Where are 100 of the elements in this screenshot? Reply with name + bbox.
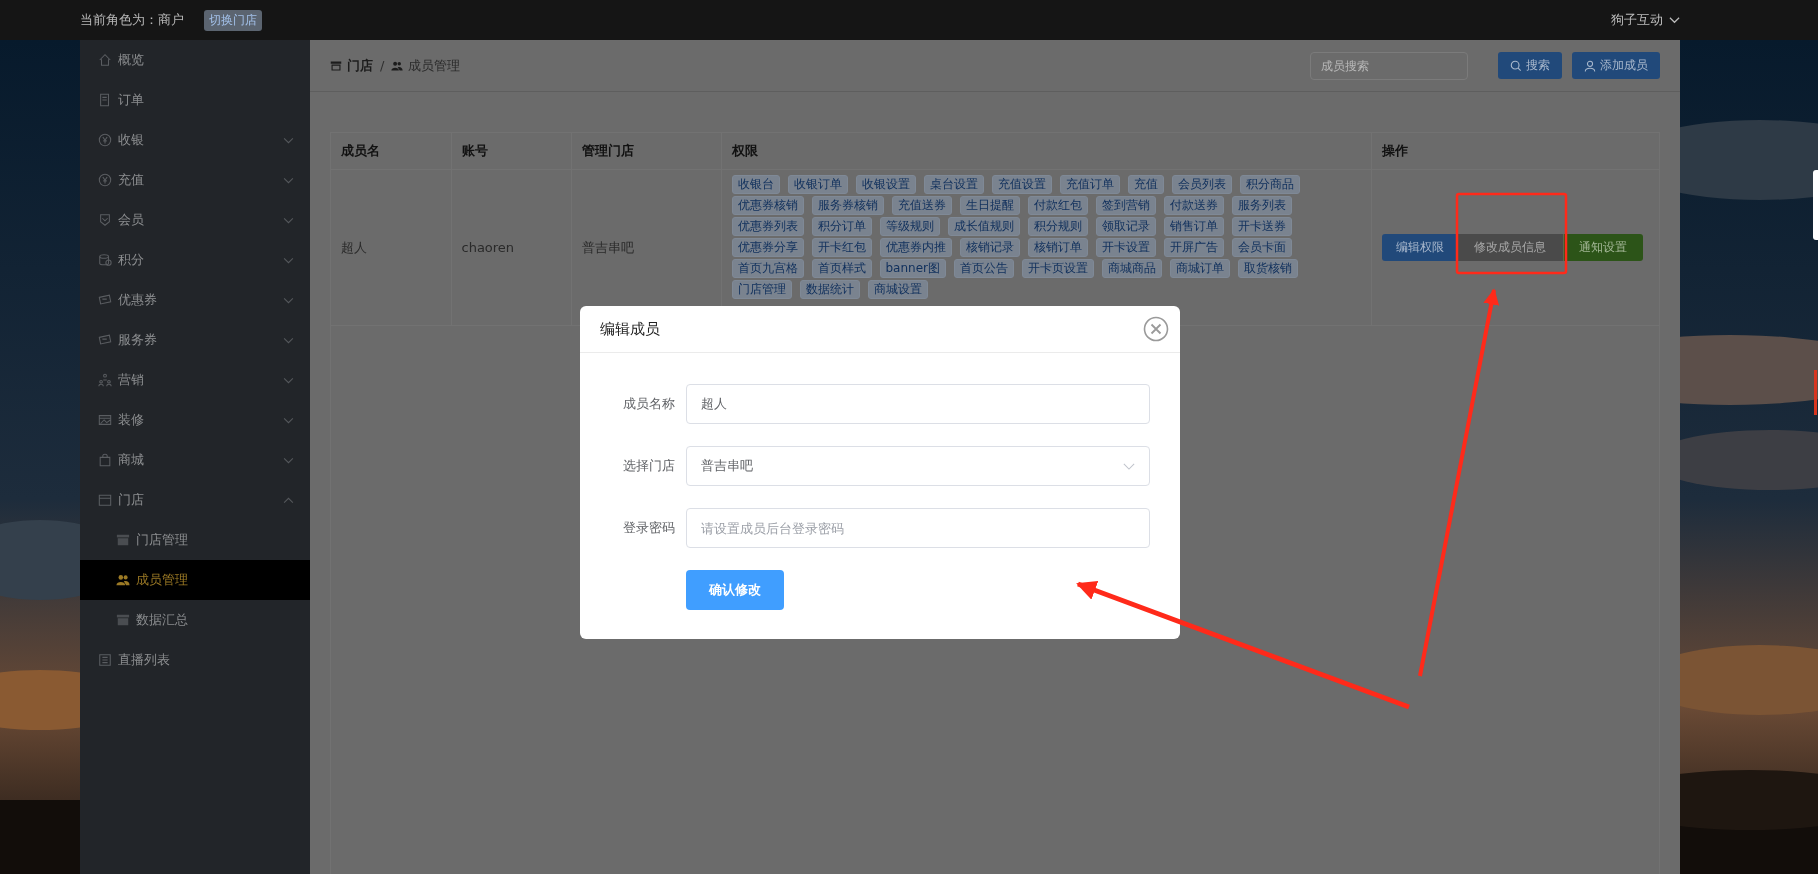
permission-tag: 首页公告 [954,259,1014,278]
column-header: 权限 [721,133,1371,170]
slider-handle[interactable] [1814,370,1817,415]
sidebar-item[interactable]: 优惠券 [80,280,310,320]
sidebar-item[interactable]: 装修 [80,400,310,440]
permission-tag: 商城商品 [1102,259,1162,278]
permission-tag: 签到营销 [1095,196,1156,215]
permission-tag: 收银订单 [787,175,848,194]
caret-icon [1669,16,1680,24]
permission-tag: 服务券核销 [811,196,884,215]
sidebar-subitem[interactable]: 数据汇总 [80,600,310,640]
permission-tag: 付款送券 [1163,196,1224,215]
search-icon [1510,59,1522,72]
user-menu[interactable]: 狗子互动 [1611,11,1680,29]
list-icon [98,653,112,667]
permission-tag: 门店管理 [731,280,792,299]
permission-tag: 优惠券内推 [879,238,952,257]
sidebar-subitem[interactable]: 成员管理 [80,560,310,600]
receipt-icon [98,93,112,107]
permission-tag: 成长值规则 [947,217,1020,236]
sidebar-item[interactable]: 会员 [80,200,310,240]
user-icon [1584,59,1596,72]
permission-tag: 取货核销 [1238,259,1298,278]
sidebar-item[interactable]: 门店 [80,480,310,520]
yen-icon [98,133,112,147]
permission-tag: 生日提醒 [959,196,1020,215]
breadcrumb-separator: / [380,58,385,73]
permission-tag: 桌台设置 [923,175,984,194]
chevron-icon [283,376,294,384]
chevron-icon [283,176,294,184]
side-tab[interactable] [1813,170,1818,240]
store-icon [116,613,130,627]
chevron-icon [283,296,294,304]
sidebar-subitem[interactable]: 门店管理 [80,520,310,560]
coins-icon [98,253,112,267]
confirm-button[interactable]: 确认修改 [686,570,784,610]
permission-tag: 销售订单 [1163,217,1224,236]
field-label: 成员名称 [622,395,676,413]
sidebar-item[interactable]: 营销 [80,360,310,400]
sidebar-item[interactable]: 概览 [80,40,310,80]
store-icon [330,59,342,72]
chevron-icon [283,256,294,264]
permission-tag: 等级规则 [879,217,940,236]
search-field[interactable]: 成员搜索 [1310,51,1468,80]
permission-tag: 积分订单 [811,217,872,236]
medal-icon [98,213,112,227]
permission-tag: 积分商品 [1239,175,1300,194]
name-input[interactable]: 超人 [686,384,1150,424]
yen-icon [98,173,112,187]
close-icon[interactable] [1143,316,1169,342]
ticket-icon [98,333,112,347]
permission-tag: 核销订单 [1027,238,1088,257]
permission-tag: 商城订单 [1170,259,1230,278]
column-header: 账号 [451,133,571,170]
field-label: 选择门店 [622,457,676,475]
chevron-icon [283,416,294,424]
column-header: 管理门店 [571,133,721,170]
store-icon [116,533,130,547]
sidebar-item[interactable]: 服务券 [80,320,310,360]
password-input[interactable]: 请设置成员后台登录密码 [686,508,1150,548]
permission-tag: 开屏广告 [1163,238,1224,257]
people-icon [116,573,130,587]
sidebar-item[interactable]: 充值 [80,160,310,200]
people-icon [391,59,404,72]
sidebar-item[interactable]: 收银 [80,120,310,160]
action-button[interactable]: 修改成员信息 [1457,234,1563,261]
sidebar-item[interactable]: 商城 [80,440,310,480]
permission-tag: 数据统计 [799,280,860,299]
frame-icon [98,413,112,427]
chevron-icon [283,136,294,144]
store-select[interactable]: 普吉串吧 [686,446,1150,486]
permission-tag: 充值送券 [891,196,952,215]
column-header: 操作 [1371,133,1659,170]
permission-tag: 开卡送券 [1231,217,1292,236]
permission-tag: 充值设置 [991,175,1052,194]
role-label: 当前角色为：商户 [80,11,184,29]
permission-tag: 开卡红包 [811,238,872,257]
breadcrumb-current: 成员管理 [408,56,461,75]
action-button[interactable]: 编辑权限 [1381,234,1458,261]
store-icon [98,493,112,507]
search-button[interactable]: 搜索 [1498,52,1562,79]
add-member-button[interactable]: 添加成员 [1572,52,1660,79]
column-header: 成员名 [331,133,451,170]
permission-tag: 核销记录 [959,238,1020,257]
permission-tag: 收银台 [731,175,780,194]
switch-store-button[interactable]: 切换门店 [204,9,262,31]
permission-tag: 开卡页设置 [1022,259,1094,278]
breadcrumb-link[interactable]: 门店 [347,56,373,75]
permission-tag: 首页样式 [811,259,872,278]
sidebar-item[interactable]: 直播列表 [80,640,310,680]
sidebar-item[interactable]: 订单 [80,80,310,120]
chevron-icon [1123,462,1135,470]
permission-tag: 付款红包 [1027,196,1088,215]
permission-tag: 开卡设置 [1095,238,1156,257]
ticket-icon [98,293,112,307]
chevron-icon [283,216,294,224]
permission-tag: 优惠券核销 [731,196,804,215]
sidebar-item[interactable]: 积分 [80,240,310,280]
field-label: 登录密码 [622,519,676,537]
action-button[interactable]: 通知设置 [1562,234,1643,261]
